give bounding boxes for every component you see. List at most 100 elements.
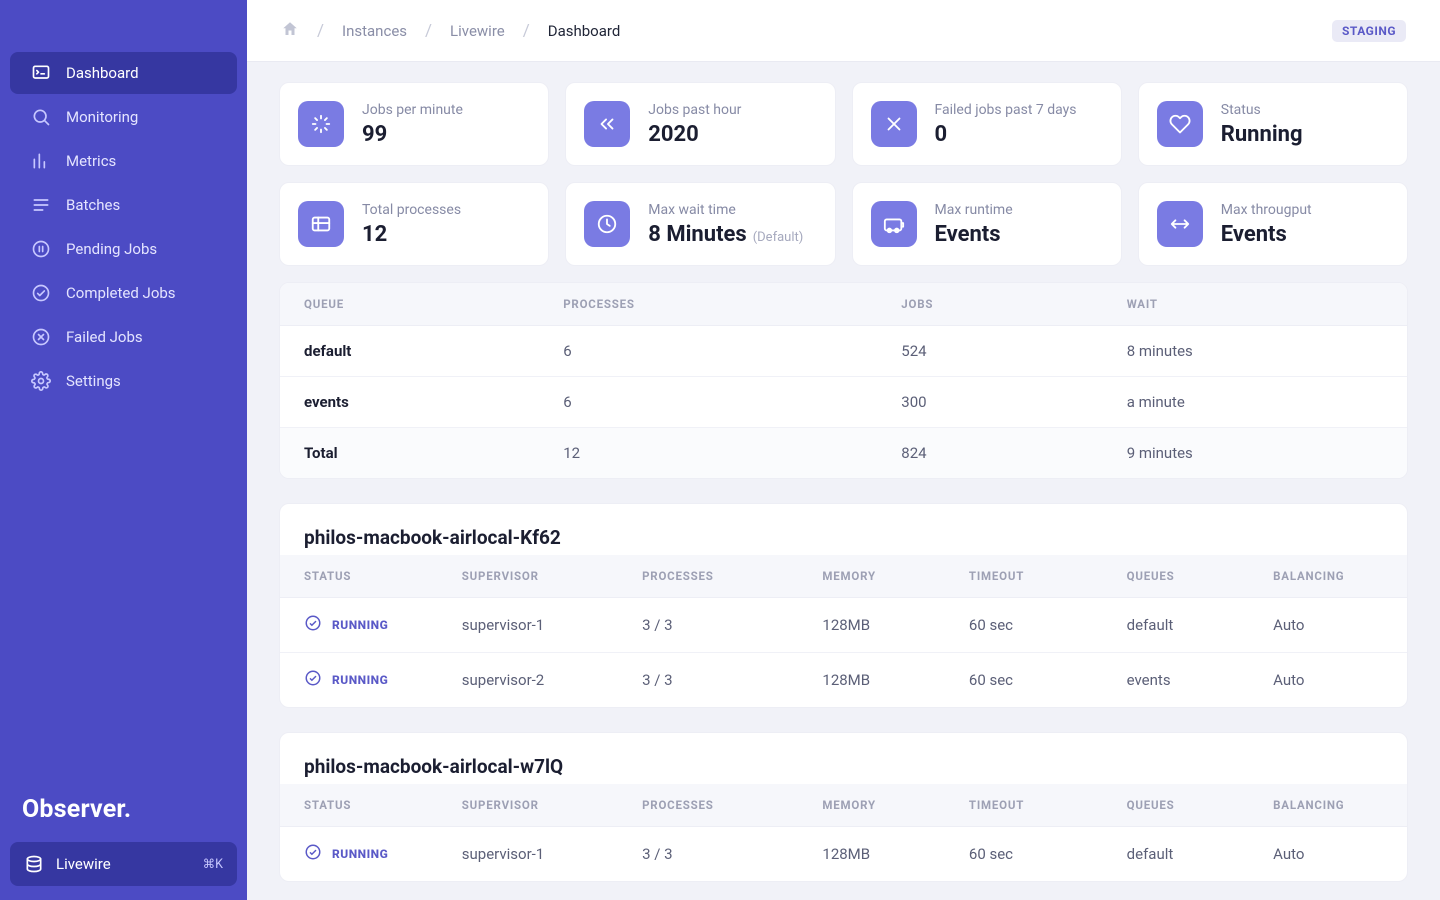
topbar: / Instances / Livewire / Dashboard STAGI… bbox=[247, 0, 1440, 62]
dashboard-icon bbox=[30, 62, 52, 84]
sidebar-item-label: Batches bbox=[66, 196, 120, 214]
sidebar-item-failed-jobs[interactable]: Failed Jobs bbox=[10, 316, 237, 358]
queue-name: events bbox=[280, 377, 539, 428]
host-name: philos-macbook-airlocal-w7lQ bbox=[280, 733, 1407, 784]
sidebar-item-label: Failed Jobs bbox=[66, 328, 143, 346]
supervisor-name: supervisor-2 bbox=[438, 653, 618, 708]
sup-header: TIMEOUT bbox=[945, 784, 1103, 827]
stat-card: Max runtimeEvents bbox=[852, 182, 1122, 266]
check-circle-icon bbox=[304, 614, 322, 636]
stat-value: 12 bbox=[362, 222, 461, 247]
sidebar-item-label: Dashboard bbox=[66, 64, 139, 82]
breadcrumb-instances[interactable]: Instances bbox=[342, 22, 407, 40]
stat-card: Jobs past hour 2020 bbox=[565, 82, 835, 166]
sidebar-item-label: Settings bbox=[66, 372, 121, 390]
main-content: Jobs per minute99 Jobs past hour 2020 Faile… bbox=[247, 62, 1440, 900]
rewind-icon bbox=[584, 101, 630, 147]
sidebar-item-metrics[interactable]: Metrics bbox=[10, 140, 237, 182]
workspace-name: Livewire bbox=[56, 855, 191, 873]
metrics-icon bbox=[30, 150, 52, 172]
breadcrumb-current: Dashboard bbox=[548, 22, 621, 40]
monitoring-icon bbox=[30, 106, 52, 128]
sup-header: QUEUES bbox=[1103, 555, 1250, 598]
queue-row: default65248 minutes bbox=[280, 326, 1407, 377]
stat-value-aux: (Default) bbox=[753, 230, 804, 245]
sup-header: MEMORY bbox=[798, 784, 945, 827]
col-processes: PROCESSES bbox=[539, 283, 877, 326]
supervisor-timeout: 60 sec bbox=[945, 598, 1103, 653]
supervisor-row: RUNNINGsupervisor-23 / 3128MB60 secevent… bbox=[280, 653, 1407, 708]
sup-header: PROCESSES bbox=[618, 555, 798, 598]
home-icon[interactable] bbox=[281, 20, 299, 42]
host-panel: philos-macbook-airlocal-Kf62STATUSSUPERV… bbox=[279, 503, 1408, 708]
host-panel: philos-macbook-airlocal-w7lQSTATUSSUPERV… bbox=[279, 732, 1408, 882]
col-queue: QUEUE bbox=[280, 283, 539, 326]
queue-processes: 6 bbox=[539, 326, 877, 377]
queue-total-row: Total128249 minutes bbox=[280, 428, 1407, 479]
sup-header: MEMORY bbox=[798, 555, 945, 598]
sidebar-item-settings[interactable]: Settings bbox=[10, 360, 237, 402]
breadcrumb-separator: / bbox=[425, 21, 432, 41]
clock-icon bbox=[584, 201, 630, 247]
supervisor-row: RUNNINGsupervisor-13 / 3128MB60 secdefau… bbox=[280, 598, 1407, 653]
breadcrumb-separator: / bbox=[317, 21, 324, 41]
sidebar-item-pending-jobs[interactable]: Pending Jobs bbox=[10, 228, 237, 270]
queue-jobs: 300 bbox=[877, 377, 1102, 428]
supervisor-name: supervisor-1 bbox=[438, 827, 618, 882]
sup-header: TIMEOUT bbox=[945, 555, 1103, 598]
supervisor-memory: 128MB bbox=[798, 598, 945, 653]
status-text: RUNNING bbox=[332, 673, 388, 687]
failed-jobs-icon bbox=[30, 326, 52, 348]
breadcrumb-livewire[interactable]: Livewire bbox=[450, 22, 505, 40]
stat-value: Events bbox=[935, 222, 1013, 247]
stat-value: Events bbox=[1221, 222, 1312, 247]
completed-jobs-icon bbox=[30, 282, 52, 304]
supervisor-timeout: 60 sec bbox=[945, 827, 1103, 882]
status-cell: RUNNING bbox=[280, 653, 438, 708]
status-text: RUNNING bbox=[332, 847, 388, 861]
breadcrumb-separator: / bbox=[523, 21, 530, 41]
truck-icon bbox=[871, 201, 917, 247]
stat-card: Max wait time8 Minutes(Default) bbox=[565, 182, 835, 266]
status-text: RUNNING bbox=[332, 618, 388, 632]
sidebar-item-label: Metrics bbox=[66, 152, 116, 170]
stat-label: Jobs past hour bbox=[648, 102, 741, 118]
supervisor-name: supervisor-1 bbox=[438, 598, 618, 653]
supervisor-timeout: 60 sec bbox=[945, 653, 1103, 708]
stat-card: Jobs per minute99 bbox=[279, 82, 549, 166]
sup-header: SUPERVISOR bbox=[438, 555, 618, 598]
supervisor-queues: events bbox=[1103, 653, 1250, 708]
stat-card: Failed jobs past 7 days0 bbox=[852, 82, 1122, 166]
stat-value: 99 bbox=[362, 122, 463, 147]
stat-label: Total processes bbox=[362, 202, 461, 218]
queue-row: events6300a minute bbox=[280, 377, 1407, 428]
stat-card: Max througput Events bbox=[1138, 182, 1408, 266]
queue-total-processes: 12 bbox=[539, 428, 877, 479]
sidebar-item-completed-jobs[interactable]: Completed Jobs bbox=[10, 272, 237, 314]
queue-total-jobs: 824 bbox=[877, 428, 1102, 479]
sidebar-item-label: Completed Jobs bbox=[66, 284, 176, 302]
queue-total-wait: 9 minutes bbox=[1103, 428, 1407, 479]
workspace-switcher[interactable]: Livewire ⌘K bbox=[10, 842, 237, 886]
sup-header: PROCESSES bbox=[618, 784, 798, 827]
queue-name: default bbox=[280, 326, 539, 377]
environment-badge: STAGING bbox=[1332, 20, 1406, 42]
status-cell: RUNNING bbox=[280, 827, 438, 882]
sidebar-item-monitoring[interactable]: Monitoring bbox=[10, 96, 237, 138]
stat-cards-row-1: Jobs per minute99 Jobs past hour 2020 Faile… bbox=[279, 82, 1408, 166]
supervisor-processes: 3 / 3 bbox=[618, 598, 798, 653]
sidebar-item-batches[interactable]: Batches bbox=[10, 184, 237, 226]
supervisor-balancing: Auto bbox=[1249, 598, 1407, 653]
supervisor-memory: 128MB bbox=[798, 653, 945, 708]
sidebar-item-dashboard[interactable]: Dashboard bbox=[10, 52, 237, 94]
check-circle-icon bbox=[304, 669, 322, 691]
sidebar: Dashboard Monitoring Metrics Batches Pending… bbox=[0, 0, 247, 900]
workspace-shortcut: ⌘K bbox=[203, 856, 223, 872]
stat-value: 2020 bbox=[648, 122, 741, 147]
stat-label: Max througput bbox=[1221, 202, 1312, 218]
supervisor-table: STATUSSUPERVISORPROCESSESMEMORYTIMEOUTQU… bbox=[280, 555, 1407, 707]
stat-label: Failed jobs past 7 days bbox=[935, 102, 1077, 118]
layout-icon bbox=[298, 201, 344, 247]
supervisor-table: STATUSSUPERVISORPROCESSESMEMORYTIMEOUTQU… bbox=[280, 784, 1407, 881]
queue-table: QUEUE PROCESSES JOBS WAIT default65248 m… bbox=[280, 283, 1407, 478]
